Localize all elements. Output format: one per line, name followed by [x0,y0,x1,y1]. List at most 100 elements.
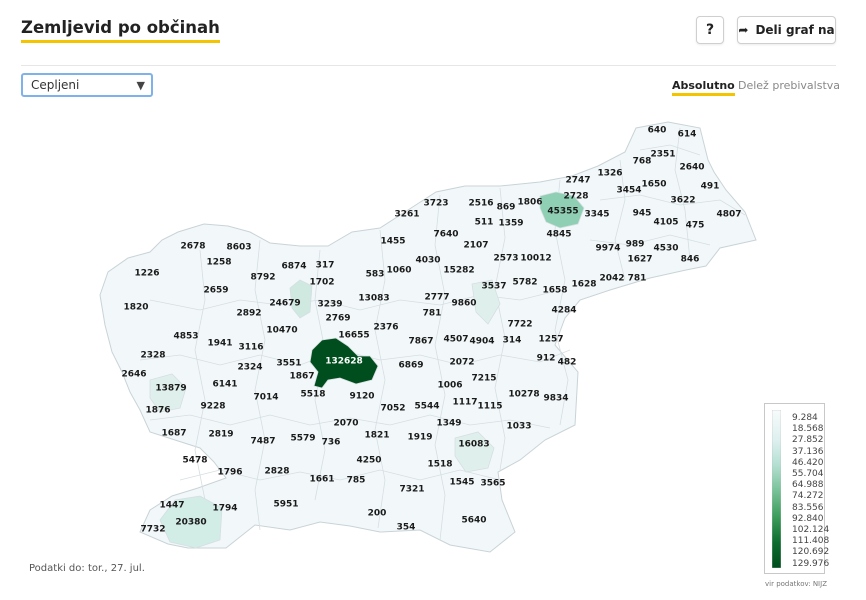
municipality-value: 2042 [599,274,624,284]
municipality-value: 1258 [206,258,231,268]
municipality-value: 5640 [461,516,486,526]
municipality-value: 9860 [451,299,476,309]
municipality-value: 4807 [716,210,741,220]
municipality-value: 1326 [597,169,622,179]
municipality-value: 614 [678,130,697,140]
municipality-value: 2324 [237,363,262,373]
municipality-value: 1867 [289,372,314,382]
municipality-value: 200 [368,509,387,519]
municipality-value: 2892 [236,309,261,319]
legend-label: 92.840 [792,513,824,524]
municipality-value: 1658 [542,286,567,296]
choropleth-map: 640 614 7682351 1326 2640 2747 34541650 491 2728… [99,121,757,553]
data-date-note: Podatki do: tor., 27. jul. [29,563,145,574]
municipality-value: 7014 [253,393,278,403]
municipality-value: 9228 [200,402,225,412]
municipality-value: 2640 [679,163,704,173]
municipality-value: 3622 [670,196,695,206]
municipality-value: 1941 [207,339,232,349]
municipality-value: 10470 [266,326,297,336]
municipality-value: 10278 [508,390,539,400]
municipality-value: 1117 [452,398,477,408]
municipality-value: 2777 [424,293,449,303]
municipality-value: 9974 [595,244,620,254]
municipality-value: 7487 [250,437,275,447]
municipality-value: 1702 [309,278,334,288]
municipality-value: 2328 [140,351,165,361]
legend-label: 120.692 [792,547,830,558]
municipality-value: 945 [633,209,652,219]
municipality-value: 3345 [584,210,609,220]
municipality-value: 2747 [565,176,590,186]
municipality-value: 24679 [269,299,300,309]
municipality-value: 4105 [653,218,678,228]
municipality-value: 20380 [175,518,206,528]
municipality-value: 583 [366,270,385,280]
municipality-value: 785 [347,476,366,486]
municipality-value: 7722 [507,320,532,330]
municipality-value: 1060 [386,266,411,276]
municipality-value: 4845 [546,230,571,240]
legend-label: 55.704 [792,469,824,479]
municipality-value: 1796 [217,468,242,478]
municipality-value: 5951 [273,500,298,510]
municipality-value: 8792 [250,273,275,283]
municipality-value: 2573 [493,254,518,264]
municipality-value: 846 [681,255,700,265]
municipality-value: 1545 [449,478,474,488]
municipality-value: 989 [626,240,645,250]
municipality-value: 7215 [471,374,496,384]
municipality-value: 2070 [333,419,358,429]
municipality-value: 736 [322,438,341,448]
legend-gradient-bar [772,410,781,568]
municipality-value: 5782 [512,278,537,288]
municipality-value: 2376 [373,323,398,333]
municipality-value: 7052 [380,404,405,414]
municipality-value: 16655 [338,331,369,341]
municipality-value: 1226 [134,269,159,279]
municipality-value: 2659 [203,286,228,296]
municipality-value: 1359 [498,219,523,229]
municipality-value: 1627 [627,255,652,265]
municipality-value: 6874 [281,262,306,272]
municipality-value: 6869 [398,361,423,371]
municipality-value: 482 [558,358,577,368]
legend-label: 37.136 [792,446,824,457]
municipality-value: 5544 [414,402,439,412]
municipality-value: 3551 [276,359,301,369]
municipality-value: 7732 [140,525,165,535]
municipality-value: 3723 [423,199,448,209]
municipality-value: 354 [397,523,416,533]
municipality-value: 475 [686,221,705,231]
municipality-value: 3537 [481,282,506,292]
municipality-value: 1661 [309,475,334,485]
municipality-value: 2107 [463,241,488,251]
legend-label: 74.272 [792,491,824,502]
municipality-value: 2769 [325,314,350,324]
municipality-value: 1115 [477,402,502,412]
municipality-value: 1876 [145,406,170,416]
municipality-value: 1518 [427,460,452,470]
municipality-value: 132628 [325,357,363,367]
color-legend: 9.284 18.568 27.852 37.136 46.420 55.704 64.98… [764,403,829,574]
municipality-value: 1455 [380,237,405,247]
municipality-value: 4530 [653,244,678,254]
municipality-value: 781 [423,309,442,319]
municipality-value: 13083 [358,294,389,304]
legend-label: 9.284 [792,413,818,423]
municipality-value: 13879 [155,384,186,394]
municipality-value: 314 [503,336,522,346]
legend-label: 46.420 [792,457,824,468]
municipality-value: 1447 [159,501,184,511]
municipality-value: 1821 [364,431,389,441]
municipality-value: 16083 [458,440,489,450]
municipality-value: 1257 [538,335,563,345]
municipality-value: 4030 [415,256,440,266]
municipality-value: 3239 [317,300,342,310]
municipality-value: 491 [701,182,720,192]
municipality-value: 4853 [173,332,198,342]
legend-label: 27.852 [792,435,824,446]
municipality-value: 6141 [212,380,237,390]
legend-label: 129.976 [792,558,830,569]
municipality-value: 2351 [650,150,675,160]
